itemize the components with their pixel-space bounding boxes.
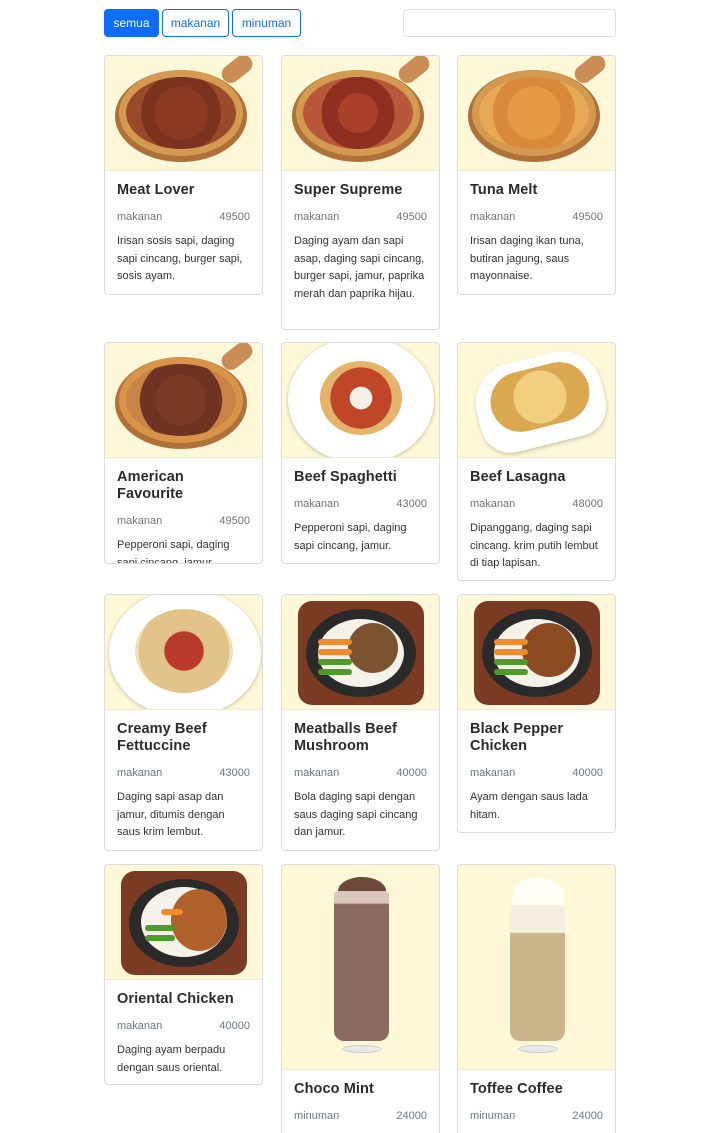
product-card[interactable]: Super Supreme makanan 49500 Daging ayam d… [281,55,440,330]
product-name: Black Pepper Chicken [470,721,564,754]
product-price: 24000 [396,1110,427,1122]
filter-toolbar: semua makanan minuman [104,9,616,37]
drink-image [282,865,439,1070]
pizza-image [105,56,262,171]
filter-drink-button[interactable]: minuman [232,9,301,37]
product-name: Tuna Melt [470,182,538,198]
product-category: makanan [117,1020,163,1032]
product-price: 24000 [572,1110,603,1122]
product-category: makanan [117,515,163,527]
product-price: 49500 [219,211,250,223]
product-card[interactable]: Meat Lover makanan 49500 Irisan sosis sap… [104,55,263,295]
filter-food-button[interactable]: makanan [162,9,229,37]
product-name: Super Supreme [294,182,403,198]
sizzling-plate-image [458,595,615,710]
product-price: 49500 [219,515,250,527]
product-price: 48000 [572,498,603,510]
product-card[interactable]: Toffee Coffee minuman 24000 [457,864,616,1133]
product-name: Toffee Coffee [470,1081,563,1097]
product-description: Daging ayam dan sapi asap, daging sapi c… [294,235,425,300]
product-card[interactable]: Black Pepper Chicken makanan 40000 Ayam d… [457,594,616,833]
product-description: Irisan daging ikan tuna, butiran jagung,… [470,235,584,282]
product-description: Bola daging sapi dengan saus daging sapi… [294,791,418,838]
product-name: American Favourite [117,469,184,502]
spaghetti-image [282,343,439,458]
product-price: 40000 [396,767,427,779]
product-card[interactable]: Creamy Beef Fettuccine makanan 43000 Dagi… [104,594,263,851]
product-category: minuman [294,1110,340,1122]
product-category: makanan [294,211,340,223]
fettuccine-image [105,595,262,710]
product-description: Daging sapi asap dan jamur, ditumis deng… [117,791,225,838]
product-category: makanan [294,767,340,779]
product-card[interactable]: Beef Spaghetti makanan 43000 Pepperoni sa… [281,342,440,564]
product-category: makanan [117,767,163,779]
filter-all-button[interactable]: semua [104,9,159,37]
product-card[interactable]: Oriental Chicken makanan 40000 Daging aya… [104,864,263,1085]
product-category: makanan [117,211,163,223]
product-description: Pepperoni sapi, daging sapi cincang, jam… [294,522,407,552]
product-name: Creamy Beef Fettuccine [117,721,207,754]
product-description: Pepperoni sapi, daging sapi cincang, jam… [117,539,230,564]
search-input[interactable] [403,9,616,37]
sizzling-plate-image [105,865,262,980]
product-description: Dipanggang, daging sapi cincang. krim pu… [470,522,598,569]
product-category: makanan [470,211,516,223]
product-price: 40000 [219,1020,250,1032]
lasagna-image [458,343,615,458]
product-card[interactable]: American Favourite makanan 49500 Pepperon… [104,342,263,564]
product-name: Beef Lasagna [470,469,566,485]
pizza-image [458,56,615,171]
product-price: 49500 [396,211,427,223]
product-card[interactable]: Tuna Melt makanan 49500 Irisan daging ika… [457,55,616,295]
product-description: Irisan sosis sapi, daging sapi cincang, … [117,235,243,282]
product-name: Choco Mint [294,1081,374,1097]
product-card[interactable]: Choco Mint minuman 24000 [281,864,440,1133]
product-price: 49500 [572,211,603,223]
product-category: makanan [470,498,516,510]
sizzling-plate-image [282,595,439,710]
product-category: minuman [470,1110,516,1122]
product-name: Beef Spaghetti [294,469,397,485]
drink-image [458,865,615,1070]
product-price: 40000 [572,767,603,779]
pizza-image [282,56,439,171]
product-name: Meat Lover [117,182,195,198]
product-price: 43000 [219,767,250,779]
product-description: Ayam dengan saus lada hitam. [470,791,588,821]
product-card[interactable]: Beef Lasagna makanan 48000 Dipanggang, da… [457,342,616,581]
product-category: makanan [470,767,516,779]
product-name: Oriental Chicken [117,991,234,1007]
product-name: Meatballs Beef Mushroom [294,721,397,754]
product-price: 43000 [396,498,427,510]
product-category: makanan [294,498,340,510]
product-description: Daging ayam berpadu dengan saus oriental… [117,1044,226,1074]
product-card[interactable]: Meatballs Beef Mushroom makanan 40000 Bol… [281,594,440,851]
pizza-image [105,343,262,458]
